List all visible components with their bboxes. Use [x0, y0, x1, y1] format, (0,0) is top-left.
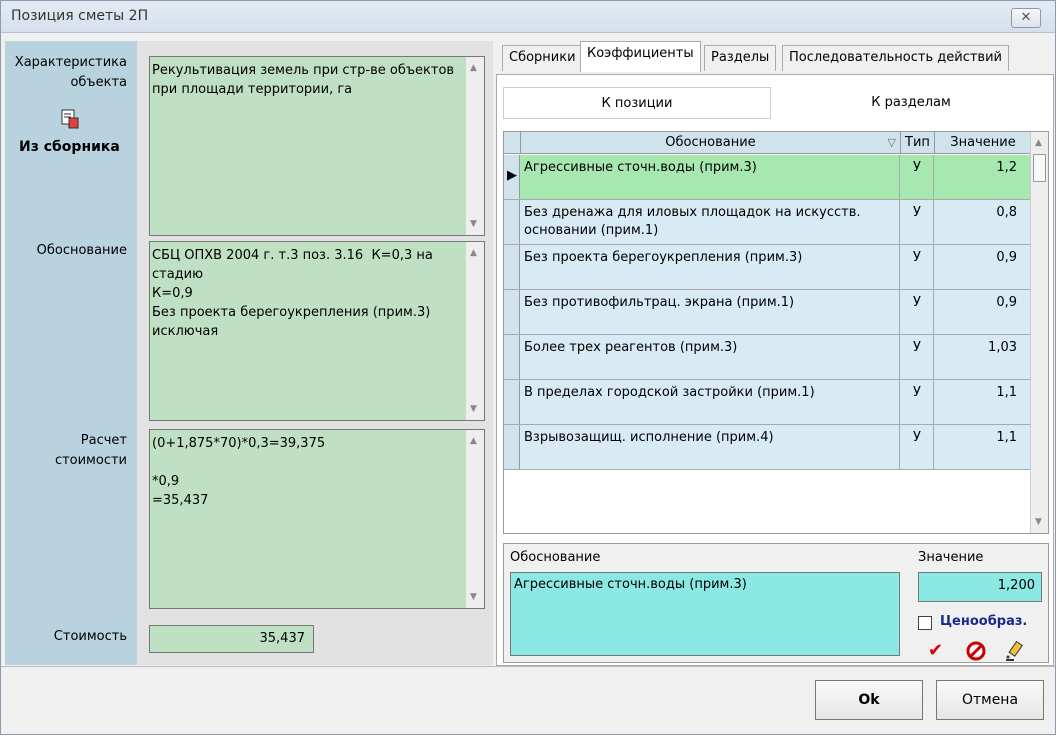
table-row[interactable]: Без дренажа для иловых площадок на искус…: [504, 200, 1031, 245]
row-indicator[interactable]: [504, 335, 520, 379]
row-indicator[interactable]: [504, 380, 520, 424]
coefficients-panel: К позиции К разделам Обоснование ▽ Тип Зн…: [496, 74, 1054, 666]
header-value[interactable]: Значение: [935, 132, 1031, 154]
row-indicator[interactable]: [504, 425, 520, 469]
cell-type[interactable]: У: [901, 425, 934, 469]
pricing-label: Ценообраз.: [940, 614, 1028, 629]
cost-field[interactable]: 35,437: [149, 625, 314, 653]
cell-value[interactable]: 1,2: [935, 155, 1023, 199]
memo-panel: Рекультивация земель при стр-ве объектов…: [137, 41, 493, 665]
header-name[interactable]: Обоснование ▽: [521, 132, 901, 154]
tab-pane: Сборники Коэффициенты Разделы Последоват…: [496, 41, 1058, 666]
cell-name[interactable]: Агрессивные сточн.воды (прим.3): [521, 155, 900, 199]
scroll-down-icon[interactable]: ▼: [1035, 517, 1042, 527]
cell-type[interactable]: У: [901, 290, 934, 334]
cell-name[interactable]: Более трех реагентов (прим.3): [521, 335, 900, 379]
tab-sections[interactable]: Разделы: [704, 45, 777, 71]
detail-value-field[interactable]: 1,200: [918, 572, 1042, 602]
close-icon: ✕: [1020, 10, 1032, 25]
cell-value[interactable]: 1,1: [935, 380, 1023, 424]
subtab-sections[interactable]: К разделам: [777, 87, 1045, 119]
memo-scrollbar[interactable]: ▲ ▼: [466, 430, 484, 608]
table-row[interactable]: Более трех реагентов (прим.3) У 1,03: [504, 335, 1031, 380]
row-indicator[interactable]: [504, 290, 520, 334]
cell-name[interactable]: Взрывозащищ. исполнение (прим.4): [521, 425, 900, 469]
cell-name[interactable]: В пределах городской застройки (прим.1): [521, 380, 900, 424]
close-button[interactable]: ✕: [1011, 8, 1041, 28]
detail-value-label: Значение: [918, 550, 984, 565]
characteristic-memo[interactable]: Рекультивация земель при стр-ве объектов…: [149, 56, 485, 236]
memo-scrollbar[interactable]: ▲ ▼: [466, 57, 484, 235]
justification-memo[interactable]: СБЦ ОПХВ 2004 г. т.3 поз. 3.16 К=0,3 на …: [149, 241, 485, 421]
window-title: Позиция сметы 2П: [11, 8, 149, 24]
eraser-icon[interactable]: [1004, 640, 1026, 666]
table-row[interactable]: Без проекта берегоукрепления (прим.3) У 0,…: [504, 245, 1031, 290]
grid-header: Обоснование ▽ Тип Значение: [504, 132, 1031, 154]
tab-collections[interactable]: Сборники: [502, 45, 583, 71]
cell-type[interactable]: У: [901, 335, 934, 379]
row-indicator[interactable]: ▶: [504, 155, 520, 199]
characteristic-label: Характеристика объекта: [14, 55, 127, 90]
scroll-down-icon[interactable]: ▼: [470, 219, 477, 229]
detail-justification-field[interactable]: Агрессивные сточн.воды (прим.3): [510, 572, 900, 656]
coefficients-grid: Обоснование ▽ Тип Значение ▶ Агрессивные с…: [503, 131, 1049, 534]
cell-value[interactable]: 1,03: [935, 335, 1023, 379]
title-bar: Позиция сметы 2П ✕: [1, 1, 1055, 33]
table-row[interactable]: Без противофильтрац. экрана (прим.1) У 0,9: [504, 290, 1031, 335]
subtab-position[interactable]: К позиции: [503, 87, 771, 119]
scroll-thumb[interactable]: [1033, 154, 1046, 182]
cell-type[interactable]: У: [901, 245, 934, 289]
cost-label: Стоимость: [53, 629, 127, 644]
left-label-panel: Характеристика объекта Из сборника Обосн…: [5, 41, 137, 665]
tab-coefficients[interactable]: Коэффициенты: [580, 41, 701, 72]
calculation-memo[interactable]: (0+1,875*70)*0,3=39,375 *0,9 =35,437 ▲ ▼: [149, 429, 485, 609]
dialog-window: Позиция сметы 2П ✕ Характеристика объект…: [0, 0, 1056, 735]
apply-check-icon[interactable]: ✔: [928, 640, 943, 661]
detail-group: Обоснование Агрессивные сточн.воды (прим…: [503, 543, 1049, 663]
cell-value[interactable]: 0,8: [935, 200, 1023, 244]
filter-icon[interactable]: ▽: [888, 132, 896, 153]
cell-type[interactable]: У: [901, 200, 934, 244]
scroll-up-icon[interactable]: ▲: [1035, 138, 1042, 148]
cell-name[interactable]: Без противофильтрац. экрана (прим.1): [521, 290, 900, 334]
cell-value[interactable]: 0,9: [935, 290, 1023, 334]
tab-action-sequence[interactable]: Последовательность действий: [782, 45, 1009, 71]
cell-value[interactable]: 1,1: [935, 425, 1023, 469]
header-type[interactable]: Тип: [901, 132, 935, 154]
source-label: Из сборника: [19, 139, 120, 155]
cancel-circle-icon[interactable]: [966, 641, 986, 665]
calc-label: Расчет стоимости: [54, 433, 127, 468]
scroll-up-icon[interactable]: ▲: [470, 436, 477, 446]
detail-justification-label: Обоснование: [510, 550, 601, 565]
memo-scrollbar[interactable]: ▲ ▼: [466, 242, 484, 420]
ok-button[interactable]: Ok: [815, 680, 923, 720]
grid-scrollbar[interactable]: ▲ ▼: [1030, 132, 1048, 533]
row-indicator[interactable]: [504, 200, 520, 244]
justification-label: Обоснование: [36, 243, 127, 258]
row-indicator[interactable]: [504, 245, 520, 289]
cell-value[interactable]: 0,9: [935, 245, 1023, 289]
cell-type[interactable]: У: [901, 380, 934, 424]
scroll-down-icon[interactable]: ▼: [470, 592, 477, 602]
pricing-checkbox[interactable]: [918, 616, 932, 630]
table-row[interactable]: ▶ Агрессивные сточн.воды (прим.3) У 1,2: [504, 155, 1031, 200]
document-icon: [61, 109, 79, 129]
justification-text: СБЦ ОПХВ 2004 г. т.3 поз. 3.16 К=0,3 на …: [152, 248, 433, 339]
characteristic-text: Рекультивация земель при стр-ве объектов…: [152, 63, 455, 97]
cell-type[interactable]: У: [901, 155, 934, 199]
calculation-text: (0+1,875*70)*0,3=39,375 *0,9 =35,437: [152, 436, 326, 508]
cell-name[interactable]: Без дренажа для иловых площадок на искус…: [521, 200, 900, 244]
current-row-icon: ▶: [507, 168, 517, 183]
footer-divider: [1, 666, 1055, 667]
header-indicator: [504, 132, 521, 154]
cell-name[interactable]: Без проекта берегоукрепления (прим.3): [521, 245, 900, 289]
table-row[interactable]: В пределах городской застройки (прим.1) У…: [504, 380, 1031, 425]
scroll-up-icon[interactable]: ▲: [470, 248, 477, 258]
cancel-button[interactable]: Отмена: [936, 680, 1044, 720]
scroll-down-icon[interactable]: ▼: [470, 404, 477, 414]
table-row[interactable]: Взрывозащищ. исполнение (прим.4) У 1,1: [504, 425, 1031, 470]
scroll-up-icon[interactable]: ▲: [470, 63, 477, 73]
